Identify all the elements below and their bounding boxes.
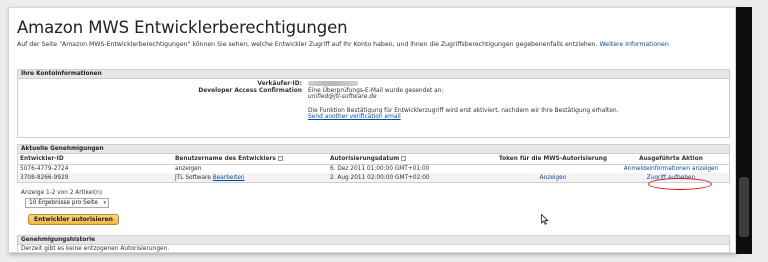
resend-verification-link[interactable]: Send another verification email: [308, 114, 729, 120]
scrollbar-thumb[interactable]: [739, 177, 749, 237]
highlight-circle: [648, 178, 712, 190]
table-row: 5076-4779-2724 anzeigen 6. Dez 2011 01:0…: [18, 164, 729, 173]
username-cell: JTL Software: [175, 174, 211, 181]
authorize-developer-button[interactable]: Entwickler autorisieren: [28, 214, 119, 225]
developer-id-cell: 3708-8266-9929: [18, 173, 173, 182]
history-empty-text: Derzeit gibt es keine entzogenen Autoris…: [21, 246, 170, 252]
column-header-token: Token für die MWS-Autorisierung: [493, 154, 613, 165]
more-info-link[interactable]: Weitere Informationen: [600, 41, 669, 48]
intro-description: Auf der Seite "Amazon MWS-Entwicklerbere…: [17, 41, 598, 48]
page-title: Amazon MWS Entwicklerberechtigungen: [17, 18, 348, 37]
dev-access-label: Developer Access Confirmation: [198, 88, 302, 94]
edit-link[interactable]: Bearbeiten: [213, 175, 245, 181]
column-header-auth-date: Autorisierungsdatum: [328, 154, 493, 165]
column-header-developer-id: Entwickler-ID: [18, 154, 173, 165]
table-row: 3708-8266-9929 JTL Software Bearbeiten 2…: [18, 173, 729, 182]
chevron-down-icon: ▾: [103, 200, 106, 206]
account-info-header: Ihre Kontoinformationen: [18, 70, 729, 79]
dev-access-row: Developer Access Confirmation Eine Überp…: [18, 88, 729, 120]
show-credentials-link[interactable]: Anmeldeinformationen anzeigen: [624, 166, 719, 172]
column-header-action: Ausgeführte Aktion: [613, 154, 729, 165]
permissions-table: Entwickler-ID Benutzername des Entwickle…: [18, 154, 729, 182]
history-section: Genehmigungshistorie Derzeit gibt es kei…: [17, 235, 730, 252]
scrollbar[interactable]: [736, 7, 752, 254]
account-info-section: Ihre Kontoinformationen Verkäufer-ID: De…: [17, 69, 730, 138]
permissions-section: Aktuelle Genehmigungen Entwickler-ID Ben…: [17, 144, 730, 183]
seller-id-label: Verkäufer-ID:: [257, 81, 302, 87]
auth-date-cell: 6. Dez 2011 01:00:00 GMT+01:00: [328, 164, 493, 173]
mouse-cursor-icon: [541, 214, 549, 225]
permissions-header: Aktuelle Genehmigungen: [18, 145, 729, 154]
intro-text: Auf der Seite "Amazon MWS-Entwicklerbere…: [17, 41, 730, 48]
results-per-page-select[interactable]: 10 Ergebnisse pro Seite ▾: [25, 198, 109, 208]
seller-id-row: Verkäufer-ID:: [18, 81, 729, 87]
main-content: Amazon MWS Entwicklerberechtigungen Auf …: [17, 18, 730, 252]
developer-id-cell: 5076-4779-2724: [18, 164, 173, 173]
auth-date-cell: 2. Aug 2011 02:00:00 GMT+02:00: [328, 173, 493, 182]
column-header-username: Benutzername des Entwicklers: [173, 154, 328, 165]
token-cell: [493, 164, 613, 173]
info-icon[interactable]: [277, 155, 283, 161]
seller-id-value-redacted: [308, 81, 358, 86]
history-header: Genehmigungshistorie: [18, 236, 729, 245]
info-icon[interactable]: [401, 155, 407, 161]
username-cell: anzeigen: [173, 164, 328, 173]
browser-window: Amazon MWS Entwicklerberechtigungen Auf …: [8, 7, 736, 253]
show-token-link[interactable]: Anzeigen: [540, 175, 567, 181]
paging-summary: Anzeige 1-2 von 2 Artikel(n): [21, 190, 103, 196]
